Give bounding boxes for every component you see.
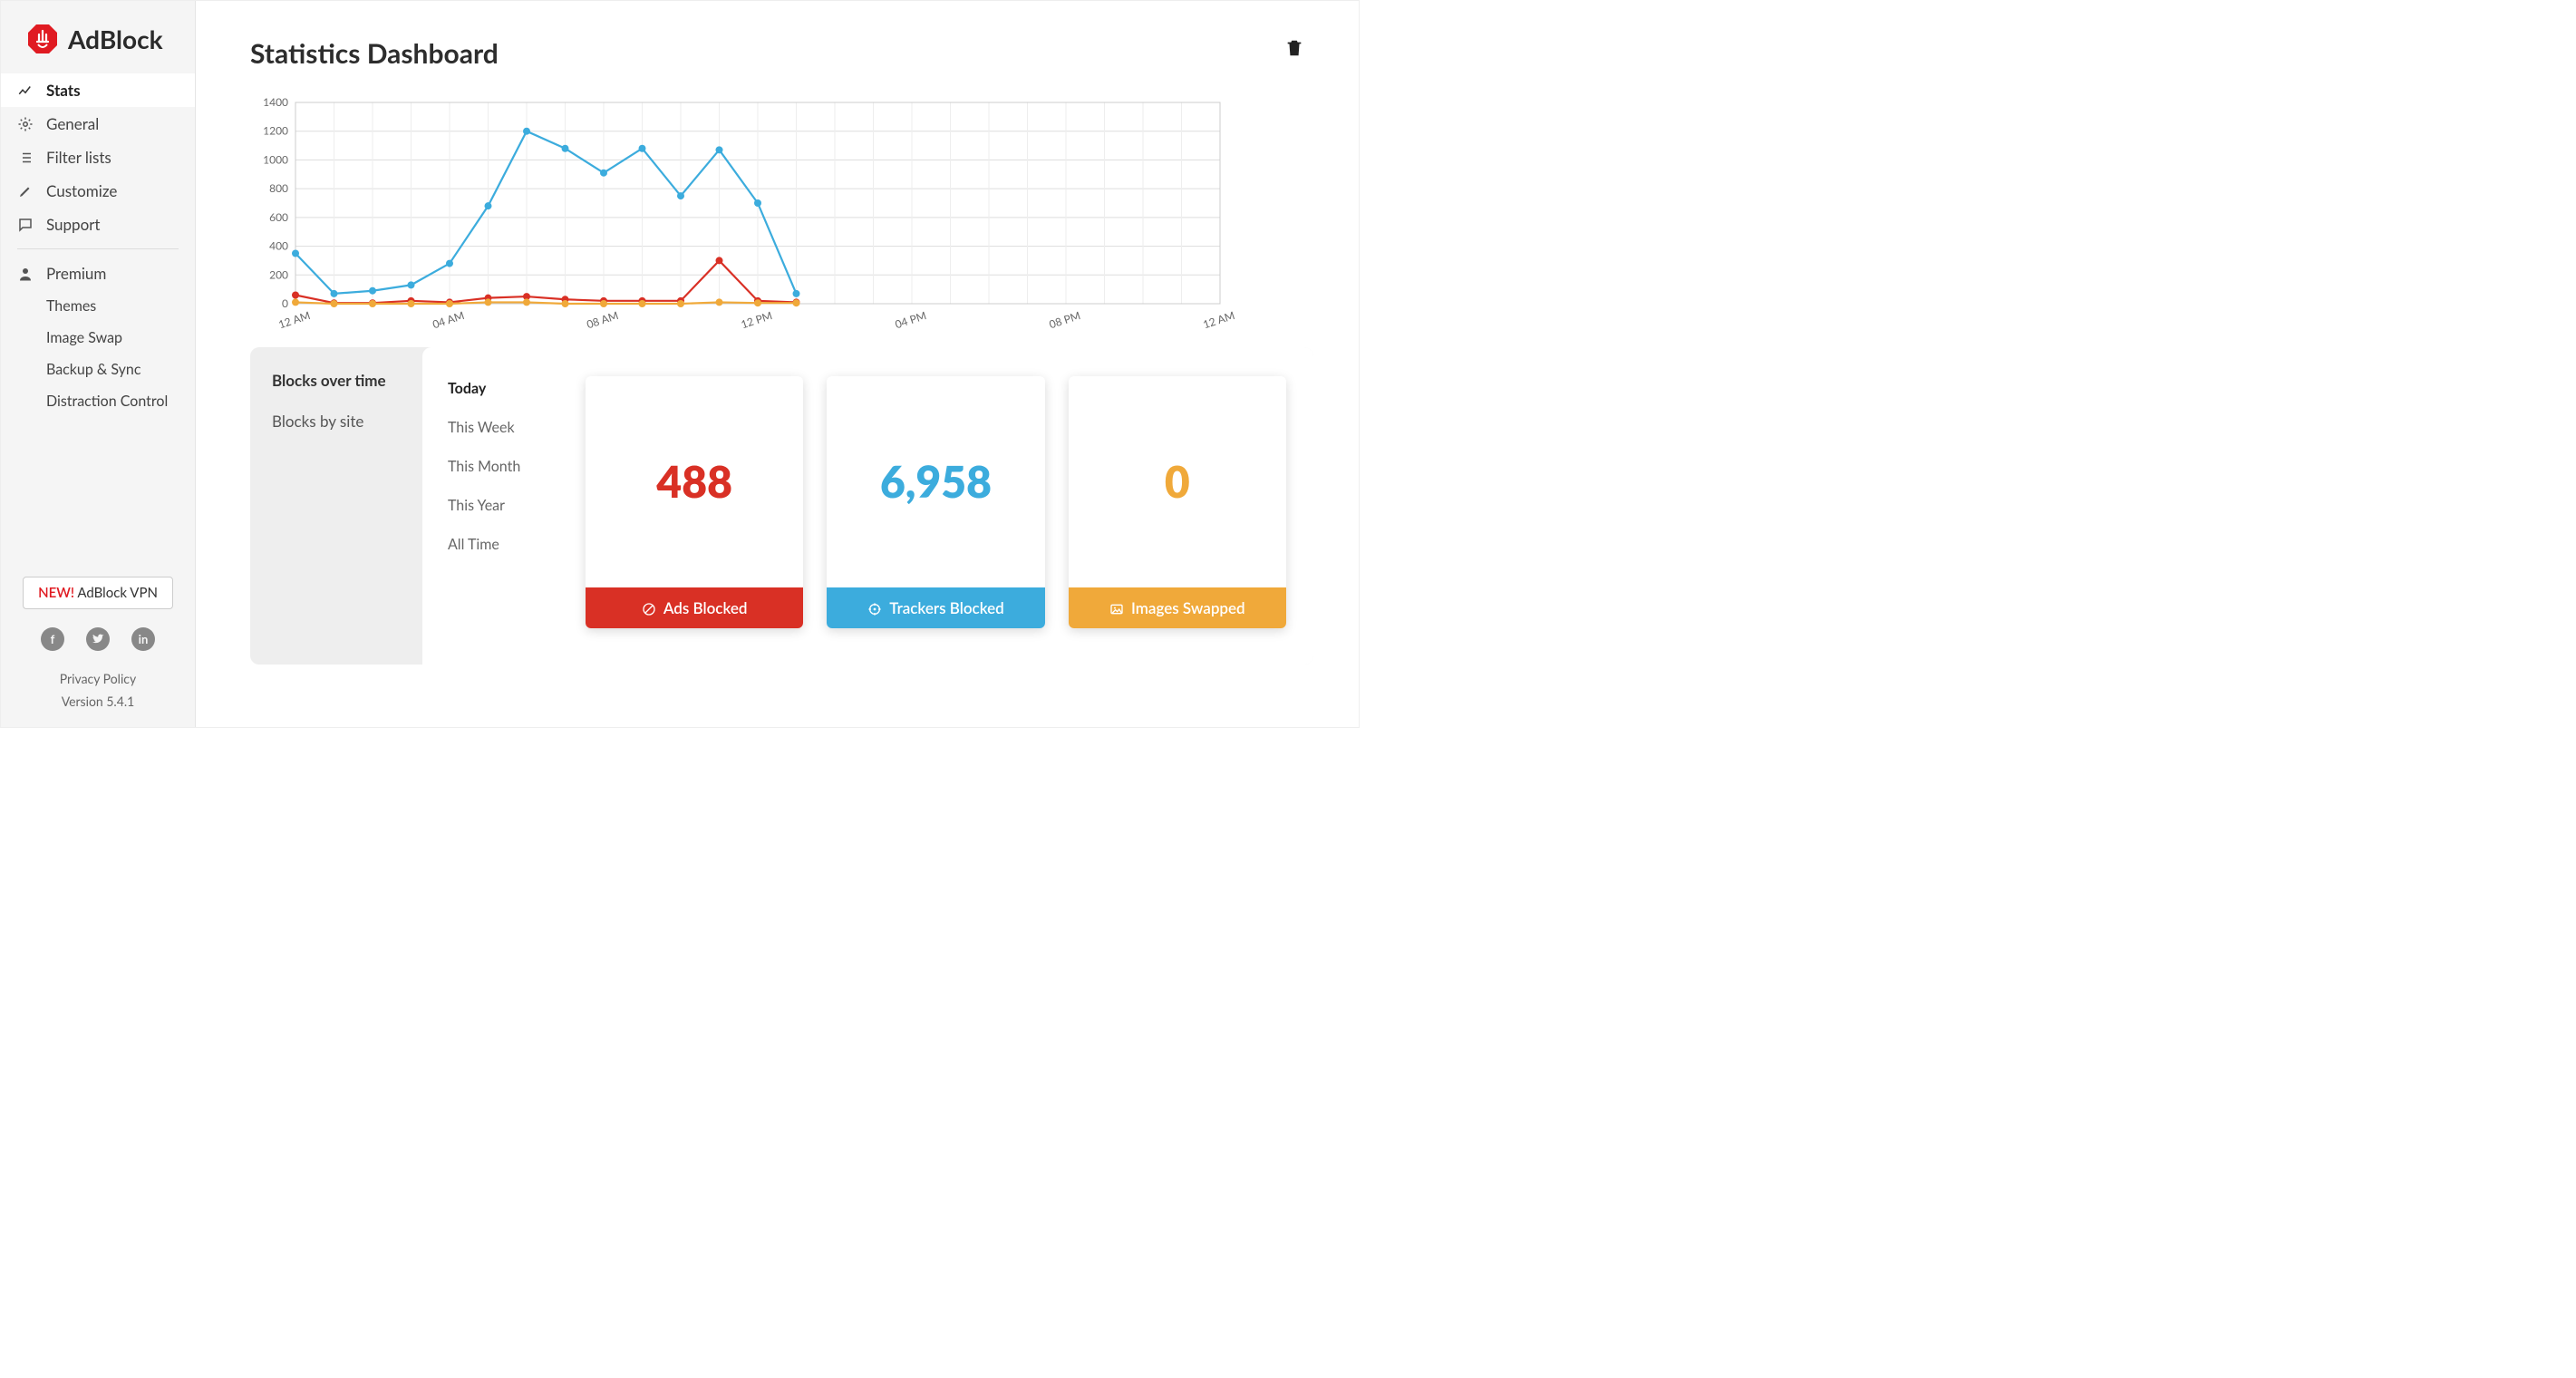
sidebar-sub-label: Backup & Sync xyxy=(46,361,141,378)
svg-text:04 PM: 04 PM xyxy=(893,308,927,331)
image-icon xyxy=(1109,601,1124,616)
view-tab-list: Blocks over time Blocks by site xyxy=(250,347,422,665)
adblock-logo-icon xyxy=(26,23,59,55)
timeline-icon xyxy=(17,82,34,99)
sidebar-item-label: Filter lists xyxy=(46,148,111,167)
stat-card-trackers-blocked: 6,958 Trackers Blocked xyxy=(827,376,1044,628)
stat-card-ads-blocked: 488 Ads Blocked xyxy=(586,376,803,628)
sidebar-sub-image-swap[interactable]: Image Swap xyxy=(1,322,195,354)
sidebar-sub-label: Themes xyxy=(46,297,96,315)
privacy-link[interactable]: Privacy Policy xyxy=(1,667,195,690)
sidebar-sub-label: Distraction Control xyxy=(46,393,168,410)
sidebar-item-support[interactable]: Support xyxy=(1,208,195,241)
pencil-icon xyxy=(17,183,34,199)
brand-name: AdBlock xyxy=(68,24,163,54)
stat-label-text: Images Swapped xyxy=(1131,598,1245,617)
stat-label-text: Ads Blocked xyxy=(663,598,748,617)
svg-text:1200: 1200 xyxy=(263,124,288,138)
sidebar-divider xyxy=(17,248,179,249)
sidebar-footer: Privacy Policy Version 5.4.1 xyxy=(1,667,195,727)
sidebar-sub-distraction-control[interactable]: Distraction Control xyxy=(1,385,195,417)
period-tab-this-week[interactable]: This Week xyxy=(441,408,576,447)
blocked-icon xyxy=(642,601,656,616)
svg-text:12 AM: 12 AM xyxy=(276,308,312,331)
vpn-button[interactable]: NEW! AdBlock VPN xyxy=(23,577,173,609)
svg-text:800: 800 xyxy=(269,181,288,195)
social-row: f in xyxy=(1,627,195,651)
target-icon xyxy=(867,601,882,616)
twitter-icon[interactable] xyxy=(86,627,110,651)
sidebar-item-customize[interactable]: Customize xyxy=(1,174,195,208)
sidebar-item-general[interactable]: General xyxy=(1,107,195,141)
svg-text:04 AM: 04 AM xyxy=(431,308,466,331)
svg-text:1400: 1400 xyxy=(263,95,288,109)
facebook-icon[interactable]: f xyxy=(41,627,64,651)
sidebar: AdBlock Stats General Filter lists xyxy=(1,1,196,727)
stat-label: Trackers Blocked xyxy=(827,587,1044,628)
svg-text:12 AM: 12 AM xyxy=(1201,308,1236,331)
gear-icon xyxy=(17,116,34,132)
stat-label: Images Swapped xyxy=(1069,587,1286,628)
view-tab-blocks-by-site[interactable]: Blocks by site xyxy=(250,401,422,442)
linkedin-icon[interactable]: in xyxy=(131,627,155,651)
stats-body: Today This Week This Month This Year All… xyxy=(422,347,1313,665)
svg-text:1000: 1000 xyxy=(263,152,288,166)
view-tab-blocks-over-time[interactable]: Blocks over time xyxy=(250,360,422,401)
sidebar-sub-themes[interactable]: Themes xyxy=(1,290,195,322)
period-tab-this-year[interactable]: This Year xyxy=(441,486,576,525)
blocks-chart: 0 200 400 600 800 1000 1200 1400 12 AM 04 AM 08 AM… xyxy=(250,95,1313,331)
stat-cards-row: 488 Ads Blocked 6,958 xyxy=(576,364,1313,628)
sidebar-item-stats[interactable]: Stats xyxy=(1,73,195,107)
sidebar-item-premium[interactable]: Premium xyxy=(1,257,195,290)
line-chart-svg: 0 200 400 600 800 1000 1200 1400 12 AM 04 AM 08 AM… xyxy=(250,95,1238,331)
sidebar-sub-label: Image Swap xyxy=(46,329,122,346)
stat-value: 488 xyxy=(586,376,803,587)
person-icon xyxy=(17,266,34,282)
svg-text:600: 600 xyxy=(269,210,288,224)
sidebar-item-label: General xyxy=(46,114,99,133)
page-title: Statistics Dashboard xyxy=(250,37,499,70)
svg-text:0: 0 xyxy=(282,296,288,310)
vpn-new-badge: NEW! xyxy=(38,585,74,601)
period-tab-this-month[interactable]: This Month xyxy=(441,447,576,486)
list-icon xyxy=(17,150,34,166)
main-area: Statistics Dashboard 0 200 400 600 800 1000 12… xyxy=(196,1,1359,727)
stat-card-images-swapped: 0 Images Swapped xyxy=(1069,376,1286,628)
stat-value: 0 xyxy=(1069,376,1286,587)
version-label: Version 5.4.1 xyxy=(1,690,195,713)
sidebar-item-label: Premium xyxy=(46,264,106,283)
svg-text:200: 200 xyxy=(269,267,288,281)
period-tab-all-time[interactable]: All Time xyxy=(441,525,576,564)
chat-icon xyxy=(17,217,34,233)
period-tab-today[interactable]: Today xyxy=(441,369,576,408)
sidebar-item-label: Stats xyxy=(46,81,81,100)
trash-icon[interactable] xyxy=(1284,37,1304,59)
period-tab-list: Today This Week This Month This Year All… xyxy=(422,364,576,628)
svg-text:08 PM: 08 PM xyxy=(1047,308,1081,331)
sidebar-item-label: Customize xyxy=(46,181,117,200)
sidebar-item-label: Support xyxy=(46,215,101,234)
brand-logo: AdBlock xyxy=(1,23,195,73)
stat-label: Ads Blocked xyxy=(586,587,803,628)
svg-text:12 PM: 12 PM xyxy=(739,308,773,331)
stat-value: 6,958 xyxy=(827,376,1044,587)
sidebar-item-filter-lists[interactable]: Filter lists xyxy=(1,141,195,174)
stats-panel: Blocks over time Blocks by site Today Th… xyxy=(250,347,1313,665)
sidebar-nav: Stats General Filter lists Customize xyxy=(1,73,195,417)
sidebar-sub-backup-sync[interactable]: Backup & Sync xyxy=(1,354,195,385)
stat-label-text: Trackers Blocked xyxy=(889,598,1003,617)
vpn-button-label: AdBlock VPN xyxy=(77,585,158,601)
svg-text:08 AM: 08 AM xyxy=(585,308,620,331)
svg-text:400: 400 xyxy=(269,239,288,253)
